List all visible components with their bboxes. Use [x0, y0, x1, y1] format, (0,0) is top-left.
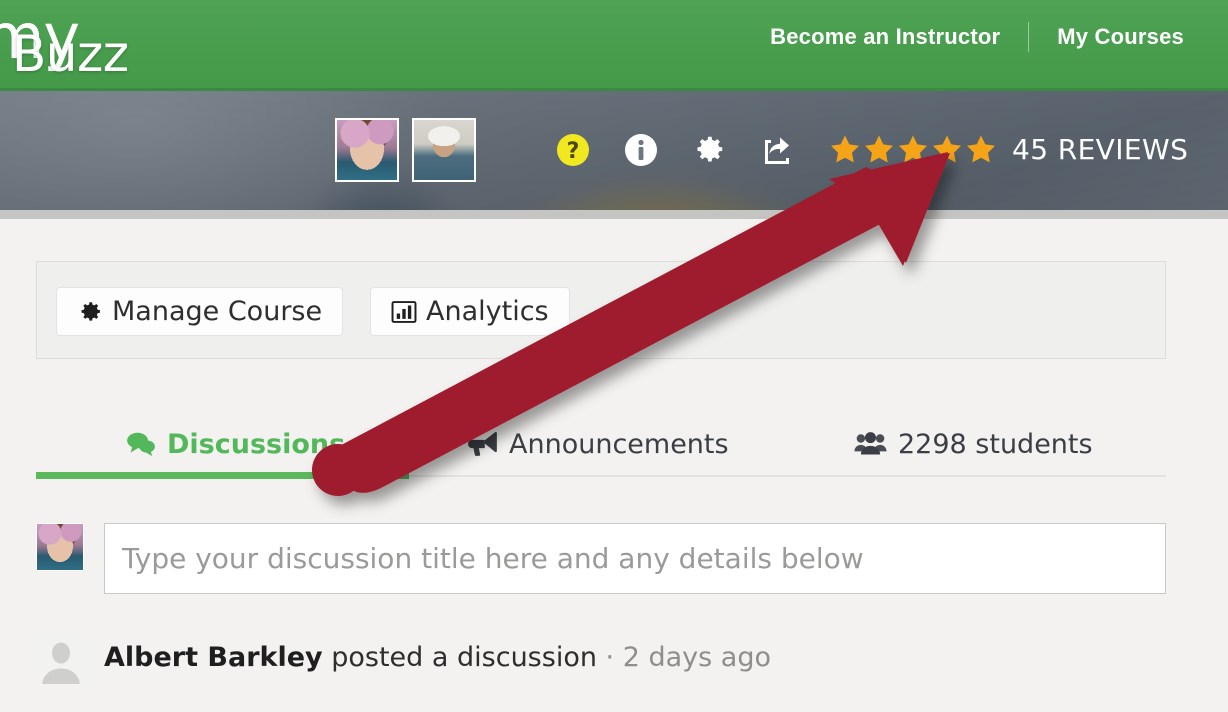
tab-announcements-label: Announcements	[509, 428, 729, 460]
feed-item-text: Albert Barkley posted a discussion · 2 d…	[104, 642, 771, 673]
help-icon[interactable]: ?	[556, 133, 590, 167]
share-icon[interactable]	[760, 133, 794, 167]
current-user-avatar	[36, 523, 84, 571]
feed-timestamp: 2 days ago	[622, 642, 771, 673]
manage-course-label: Manage Course	[112, 296, 323, 327]
course-action-panel: Manage Course Analytics	[36, 261, 1166, 359]
reviews-count-label: 45 REVIEWS	[1012, 132, 1189, 166]
instructor-avatar-group	[335, 118, 476, 182]
active-tab-indicator	[36, 472, 409, 479]
default-user-avatar-icon	[36, 634, 86, 684]
content-tabs: Discussions Announcements 2298 students	[36, 413, 1166, 479]
gear-icon[interactable]	[692, 133, 726, 167]
users-icon	[854, 432, 887, 455]
discussion-title-input[interactable]	[104, 523, 1166, 594]
course-title: Buzz	[12, 25, 129, 83]
tab-discussions[interactable]: Discussions	[126, 413, 345, 475]
star-icon-2	[865, 135, 893, 163]
feed-author-avatar	[36, 634, 86, 684]
svg-text:?: ?	[567, 139, 580, 164]
star-icon-1	[831, 135, 859, 163]
tab-students[interactable]: 2298 students	[854, 413, 1093, 475]
tab-announcements[interactable]: Announcements	[466, 413, 729, 475]
banner-icon-row: ?	[556, 133, 794, 167]
instructor-avatar-2[interactable]	[412, 118, 476, 182]
comments-icon	[127, 432, 155, 457]
feed-action-text: posted a discussion	[331, 642, 597, 673]
analytics-label: Analytics	[426, 296, 549, 327]
bar-chart-icon	[391, 300, 417, 323]
gear-icon	[81, 301, 100, 321]
info-icon[interactable]	[624, 133, 658, 167]
manage-course-button[interactable]: Manage Course	[56, 287, 344, 336]
banner-bottom-strip	[0, 210, 1228, 219]
star-rating[interactable]: 45 REVIEWS	[828, 132, 1188, 166]
nav-link-become-an-instructor[interactable]: Become an Instructor	[742, 24, 1028, 50]
star-icon-4	[933, 135, 961, 163]
star-icon-3	[899, 135, 927, 163]
top-navigation-bar: my Become an Instructor My Courses	[0, 0, 1228, 91]
analytics-button[interactable]: Analytics	[370, 287, 570, 336]
page-root: my Become an Instructor My Courses Buzz …	[0, 0, 1228, 712]
nav-link-my-courses[interactable]: My Courses	[1029, 24, 1212, 50]
tab-students-label: 2298 students	[898, 428, 1093, 460]
star-icon-5	[967, 135, 995, 163]
instructor-avatar-1[interactable]	[335, 118, 399, 182]
feed-author-name[interactable]: Albert Barkley	[104, 642, 323, 673]
tab-discussions-label: Discussions	[167, 428, 346, 460]
top-nav-links: Become an Instructor My Courses	[742, 22, 1212, 52]
feed-separator: ·	[596, 642, 623, 673]
megaphone-icon	[468, 431, 497, 456]
